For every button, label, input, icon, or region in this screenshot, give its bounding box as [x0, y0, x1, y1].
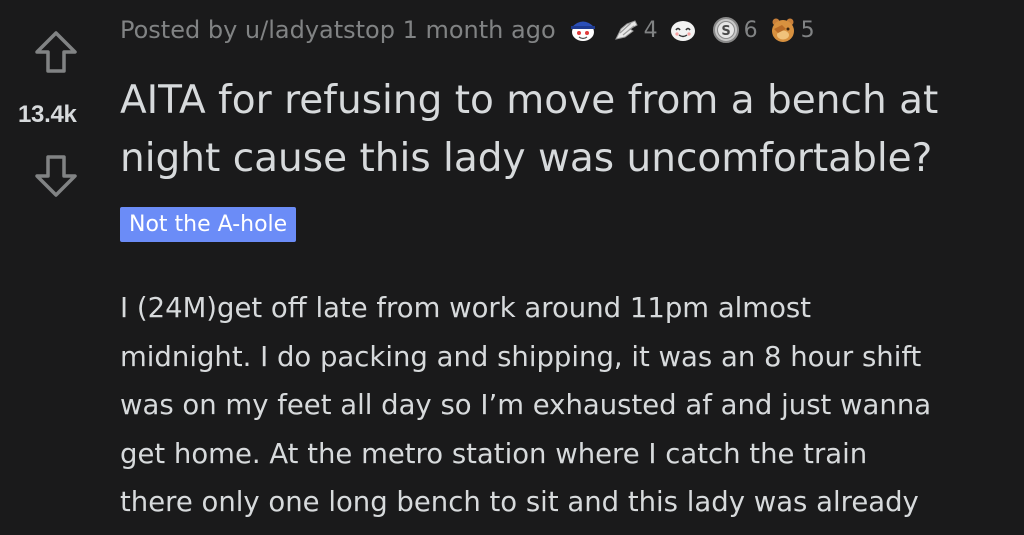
- post-body-line: was on my feet all day so I’m exhausted …: [120, 389, 932, 421]
- downvote-button[interactable]: [30, 150, 82, 202]
- award-count: 6: [743, 17, 758, 43]
- vote-column: 13.4k: [0, 0, 118, 535]
- award-wholesome[interactable]: [668, 15, 701, 45]
- downvote-arrow-icon: [35, 155, 77, 197]
- post-body-line: midnight. I do packing and shipping, it …: [120, 340, 922, 373]
- post-body-line: there only one long bench to sit and thi…: [120, 486, 919, 518]
- svg-text:S: S: [721, 24, 730, 39]
- post-meta-row: Posted by u/ladyatstop 1 month ago 4 S 6…: [120, 12, 825, 48]
- award-facepalm[interactable]: 5: [768, 15, 815, 45]
- post-flair-badge[interactable]: Not the A-hole: [120, 207, 297, 242]
- posted-by-text[interactable]: Posted by u/ladyatstop 1 month ago: [120, 16, 556, 44]
- award-snoo-cap[interactable]: [568, 15, 601, 45]
- award-helping-hand[interactable]: 4: [611, 15, 658, 45]
- post-body-line: get home. At the metro station where I c…: [120, 437, 868, 470]
- award-count: 4: [643, 17, 658, 43]
- snoo-cap-award-icon: [570, 21, 595, 41]
- post-body: I (24M)get off late from work around 11p…: [120, 284, 1020, 527]
- upvote-arrow-icon: [35, 31, 77, 73]
- award-silver[interactable]: S 6: [711, 15, 758, 45]
- helping-hand-award-icon: [614, 20, 638, 40]
- award-count: 5: [800, 17, 815, 43]
- wholesome-award-icon: [670, 21, 695, 41]
- post-body-line: I (24M)get off late from work around 11p…: [120, 292, 812, 324]
- vote-count: 13.4k: [18, 101, 77, 128]
- silver-award-icon: S: [712, 17, 739, 43]
- post-title[interactable]: AITA for refusing to move from a bench a…: [120, 72, 1020, 188]
- facepalm-award-icon: [771, 18, 794, 42]
- upvote-button[interactable]: [30, 26, 82, 78]
